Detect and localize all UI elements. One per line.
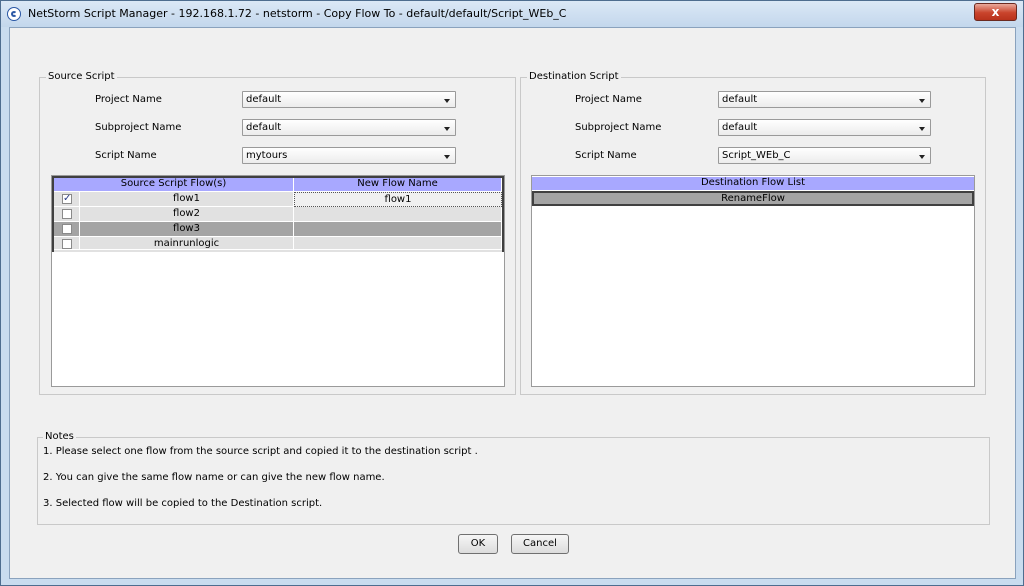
- source-subproject-label: Subproject Name: [95, 122, 182, 133]
- notes-legend: Notes: [43, 431, 76, 442]
- source-project-combo[interactable]: default: [242, 91, 456, 108]
- source-flow-cell: flow3: [80, 222, 294, 237]
- destination-script-combo[interactable]: Script_WEb_C: [718, 147, 931, 164]
- chevron-down-icon: [919, 155, 925, 159]
- title-bar[interactable]: NetStorm Script Manager - 192.168.1.72 -…: [1, 1, 1023, 27]
- table-row[interactable]: flow3: [54, 222, 502, 237]
- destination-project-value: default: [722, 94, 758, 105]
- destination-project-combo[interactable]: default: [718, 91, 931, 108]
- netstorm-logo-icon: [7, 7, 21, 21]
- mainrunlogic-checkbox[interactable]: [62, 239, 72, 249]
- source-script-value: mytours: [246, 150, 288, 161]
- destination-subproject-label: Subproject Name: [575, 122, 662, 133]
- new-flow-name-cell[interactable]: [294, 222, 502, 237]
- new-flow-name-cell[interactable]: [294, 207, 502, 222]
- destination-project-label: Project Name: [575, 94, 642, 105]
- source-flow-cell: flow1: [80, 192, 294, 207]
- cancel-button[interactable]: Cancel: [511, 534, 569, 554]
- table-row[interactable]: mainrunlogic: [54, 237, 502, 252]
- close-button[interactable]: x: [974, 3, 1017, 21]
- new-flow-name-column-header[interactable]: New Flow Name: [294, 178, 502, 191]
- dialog-window: NetStorm Script Manager - 192.168.1.72 -…: [0, 0, 1024, 586]
- destination-script-value: Script_WEb_C: [722, 150, 791, 161]
- source-script-legend: Source Script: [46, 71, 117, 82]
- chevron-down-icon: [444, 99, 450, 103]
- window-title: NetStorm Script Manager - 192.168.1.72 -…: [28, 7, 567, 20]
- source-flow-cell: mainrunlogic: [80, 237, 294, 250]
- ok-button[interactable]: OK: [458, 534, 498, 554]
- source-script-label: Script Name: [95, 150, 157, 161]
- destination-script-legend: Destination Script: [527, 71, 621, 82]
- flow1-checkbox[interactable]: [62, 192, 72, 206]
- note-line-1: 1. Please select one flow from the sourc…: [43, 446, 478, 457]
- source-flow-cell: flow2: [80, 207, 294, 222]
- source-subproject-value: default: [246, 122, 282, 133]
- new-flow-name-input[interactable]: flow1: [294, 192, 502, 207]
- destination-flow-column-header[interactable]: Destination Flow List: [532, 177, 974, 190]
- chevron-down-icon: [444, 155, 450, 159]
- chevron-down-icon: [919, 127, 925, 131]
- dialog-content: Source Script Project Name default Subpr…: [9, 27, 1016, 579]
- source-script-combo[interactable]: mytours: [242, 147, 456, 164]
- chevron-down-icon: [444, 127, 450, 131]
- destination-script-label: Script Name: [575, 150, 637, 161]
- source-project-value: default: [246, 94, 282, 105]
- new-flow-name-cell[interactable]: [294, 237, 502, 250]
- destination-flow-table[interactable]: Destination Flow List RenameFlow: [531, 175, 975, 387]
- source-project-label: Project Name: [95, 94, 162, 105]
- destination-subproject-value: default: [722, 122, 758, 133]
- destination-subproject-combo[interactable]: default: [718, 119, 931, 136]
- flow3-checkbox[interactable]: [62, 224, 72, 234]
- table-row[interactable]: flow2: [54, 207, 502, 222]
- source-flow-column-header[interactable]: Source Script Flow(s): [54, 178, 294, 191]
- table-row[interactable]: flow1 flow1: [54, 192, 502, 207]
- chevron-down-icon: [919, 99, 925, 103]
- note-line-3: 3. Selected flow will be copied to the D…: [43, 498, 323, 509]
- source-flow-table-grid: Source Script Flow(s) New Flow Name flow…: [52, 176, 504, 252]
- source-subproject-combo[interactable]: default: [242, 119, 456, 136]
- note-line-2: 2. You can give the same flow name or ca…: [43, 472, 385, 483]
- source-flow-table[interactable]: Source Script Flow(s) New Flow Name flow…: [51, 175, 505, 387]
- flow2-checkbox[interactable]: [62, 209, 72, 219]
- table-row[interactable]: RenameFlow: [532, 191, 974, 206]
